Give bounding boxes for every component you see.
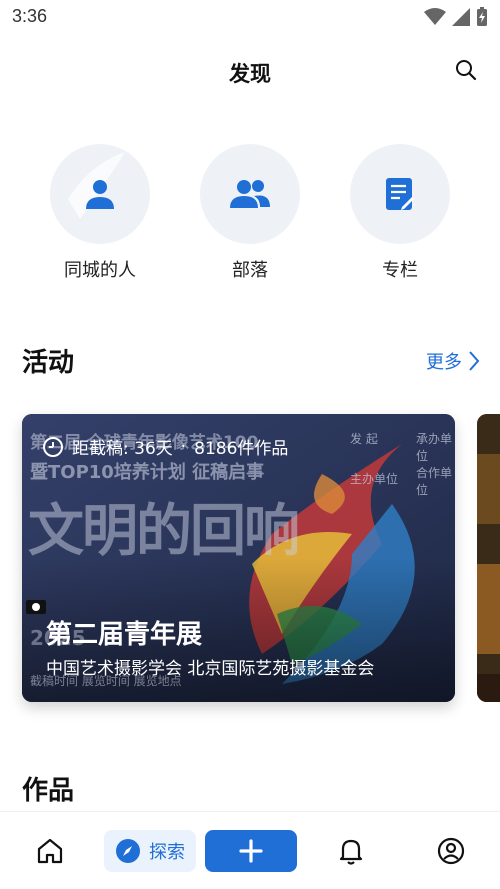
next-card-image [477,414,500,702]
works-section-title: 作品 [22,776,75,806]
category-row: 同城的人 部落 专栏 [0,144,500,284]
poster-side-3: 主办单位 [350,472,399,486]
chevron-right-icon [469,351,480,371]
poster-headline-2: 暨TOP10培养计划 征稿启事 [30,462,265,483]
search-icon [456,60,477,81]
works-count: 8186件作品 [194,439,289,459]
poster-big-text: 文明的回响 [28,499,300,564]
tab-add-button[interactable] [205,830,297,872]
profile-icon [437,837,465,865]
status-icons [424,6,488,28]
bell-icon [339,839,363,865]
poster-side-2: 承办单位 [416,432,453,463]
tab-explore[interactable]: 探索 [104,830,196,872]
card-meta: 距截稿: 36天 · 8186件作品 [42,434,288,459]
more-label: 更多 [426,352,462,373]
tab-notifications[interactable] [331,830,371,872]
deadline-text: 距截稿: 36天 [72,439,173,459]
next-activity-card-peek[interactable] [477,414,500,702]
search-button[interactable] [452,56,480,84]
poster-side-4: 合作单位 [416,466,453,497]
meta-separator: · [180,436,187,457]
more-link[interactable]: 更多 [426,348,480,374]
category-column[interactable]: 专栏 [345,144,455,282]
plus-icon [239,839,263,863]
group-icon [230,180,270,208]
activity-section-header: 活动 更多 [0,342,500,382]
activity-section-title: 活动 [22,348,75,378]
status-time: 3:36 [12,6,48,26]
tab-profile[interactable] [431,830,471,872]
category-nearby-people[interactable]: 同城的人 [45,144,155,282]
status-bar: 3:36 [0,0,500,34]
bottom-tab-bar: 探索 [0,811,500,889]
category-label: 同城的人 [64,260,136,281]
poster-side-1: 发 起 [350,432,378,446]
category-label: 部落 [232,260,268,281]
category-circle [200,144,300,244]
battery-icon [477,7,487,26]
signal-icon [452,8,470,26]
wifi-icon [424,8,446,25]
home-icon [37,838,63,864]
page-title: 发现 [229,62,271,86]
compass-icon [116,839,140,863]
activity-card[interactable]: 第二届 全球青年影像艺术100 暨TOP10培养计划 征稿启事 文明的回响 发 … [22,414,455,702]
tab-home[interactable] [30,830,70,872]
card-organizers: 中国艺术摄影学会 北京国际艺苑摄影基金会 [46,659,375,679]
clock-icon [43,436,63,457]
category-tribe[interactable]: 部落 [195,144,305,282]
article-icon [386,178,414,210]
header: 发现 [0,48,500,96]
tab-explore-label: 探索 [149,842,185,863]
category-circle [50,144,150,244]
card-title: 第二届青年展 [46,620,203,650]
category-circle [350,144,450,244]
category-label: 专栏 [382,260,418,281]
person-icon [86,180,114,209]
